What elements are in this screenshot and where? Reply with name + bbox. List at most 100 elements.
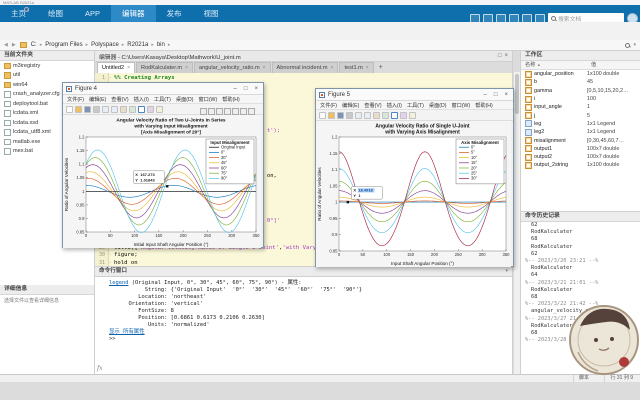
details-header[interactable]: 详细信息: [0, 285, 94, 295]
editor-document-bar[interactable]: 编辑器 - C:\Users\Kasaya\Desktop\Mathwork\U…: [95, 51, 512, 62]
figure-menu-7[interactable]: 帮助(H): [475, 102, 493, 109]
rotate-3d-icon[interactable]: [129, 106, 136, 113]
history-timestamp[interactable]: %-- 2023/3/28 19:38 --%: [521, 337, 640, 344]
workspace-variable-5[interactable]: j5: [521, 111, 640, 119]
editor-close-icon[interactable]: ×: [504, 51, 508, 61]
history-command[interactable]: RodKalculater: [521, 287, 640, 294]
history-command[interactable]: 68: [521, 236, 640, 243]
data-cursor-icon[interactable]: [138, 106, 145, 113]
history-command[interactable]: RodKalculater: [521, 323, 640, 330]
workspace-header[interactable]: 工作区: [521, 51, 640, 61]
breadcrumb[interactable]: C:▸Program Files▸Polyspace▸R2021a▸bin▸: [31, 42, 171, 48]
breakpoint-gutter-mark[interactable]: -: [110, 260, 112, 266]
toolstrip-tab-4[interactable]: 发布: [156, 5, 193, 22]
figure-menu-6[interactable]: 窗口(W): [451, 102, 470, 109]
file-list-item-1[interactable]: util: [0, 71, 94, 81]
workspace-variable-8[interactable]: misalignment[0,30,45,60,7…: [521, 136, 640, 144]
open-file-icon[interactable]: [75, 106, 82, 113]
workspace-variable-11[interactable]: output_2string1x100 double: [521, 161, 640, 169]
figure-menu-2[interactable]: 查看(V): [364, 102, 381, 109]
history-timestamp[interactable]: %-- 2023/3/20 23:21 --%: [521, 258, 640, 265]
history-command[interactable]: 68: [521, 294, 640, 301]
command-prompt[interactable]: >>: [109, 336, 116, 342]
figure-menu-0[interactable]: 文件(F): [67, 96, 84, 103]
brush-icon[interactable]: [400, 112, 407, 119]
zoom-in-icon[interactable]: [102, 106, 109, 113]
command-window[interactable]: legend (Original Input, 0°, 30°, 45°, 60…: [95, 277, 512, 375]
toolstrip-tab-2[interactable]: APP: [74, 5, 111, 22]
minimize-icon[interactable]: –: [482, 92, 489, 98]
figure-menu-1[interactable]: 编辑(E): [342, 102, 359, 109]
workspace-variable-7[interactable]: leg21x1 Legend: [521, 128, 640, 136]
history-command[interactable]: RodKalculater: [521, 265, 640, 272]
figure-menu-7[interactable]: 帮助(H): [222, 96, 240, 103]
history-command[interactable]: 68: [521, 330, 640, 337]
open-file-icon[interactable]: [328, 112, 335, 119]
history-command[interactable]: RodKalculater: [521, 244, 640, 251]
print-figure-icon[interactable]: [93, 106, 100, 113]
toolstrip-tab-1[interactable]: 绘图: [37, 5, 74, 22]
figure-menu-2[interactable]: 查看(V): [111, 96, 128, 103]
workspace-variable-2[interactable]: gamma[0,5,10,15,20,2…: [521, 87, 640, 95]
close-icon[interactable]: ×: [502, 92, 510, 98]
workspace-variable-1[interactable]: b45: [521, 78, 640, 86]
history-timestamp[interactable]: %-- 2023/3/27 21:55 --%: [521, 316, 640, 323]
print-figure-icon[interactable]: [346, 112, 353, 119]
new-tab-button[interactable]: +: [375, 63, 387, 73]
zoom-out-icon[interactable]: [111, 106, 118, 113]
tab-close-icon[interactable]: ×: [127, 63, 130, 73]
history-command[interactable]: 64: [521, 272, 640, 279]
new-figure-icon[interactable]: [319, 112, 326, 119]
editor-scrollbar[interactable]: [513, 72, 520, 374]
tab-close-icon[interactable]: ×: [263, 63, 266, 73]
figure-menu-0[interactable]: 文件(F): [320, 102, 337, 109]
addr-search-icon[interactable]: [625, 43, 630, 48]
editor-maximize-icon[interactable]: □: [498, 51, 502, 61]
addr-dropdown-icon[interactable]: ▾: [633, 42, 636, 48]
axes-hover-toolbar[interactable]: [200, 108, 255, 115]
breadcrumb-segment-1[interactable]: Program Files: [45, 42, 82, 48]
breadcrumb-segment-2[interactable]: Polyspace: [91, 42, 119, 48]
data-cursor-icon[interactable]: [391, 112, 398, 119]
figure5-plot[interactable]: Angular Velocity Ratio of Single U-Joint…: [316, 121, 511, 267]
history-command[interactable]: angular_velocity_ratio: [521, 308, 640, 315]
file-list-item-0[interactable]: m3iregistry: [0, 61, 94, 71]
maximize-icon[interactable]: □: [492, 92, 500, 98]
workspace-variable-6[interactable]: leg1x1 Legend: [521, 120, 640, 128]
figure4-titlebar[interactable]: Figure 4 – □ ×: [63, 83, 263, 95]
toolstrip-tab-5[interactable]: 视图: [193, 5, 230, 22]
command-window-header[interactable]: 命令行窗口 ▾: [95, 266, 512, 277]
rotate-3d-icon[interactable]: [382, 112, 389, 119]
history-timestamp[interactable]: %-- 2023/3/22 21:42 --%: [521, 301, 640, 308]
editor-tab-0[interactable]: Untitled2×: [97, 62, 135, 73]
workspace-variable-4[interactable]: input_angle1: [521, 103, 640, 111]
insert-legend-icon[interactable]: [156, 106, 163, 113]
history-command[interactable]: 62: [521, 251, 640, 258]
figure5-titlebar[interactable]: Figure 5 – □ ×: [316, 89, 513, 101]
figure-menu-4[interactable]: 工具(T): [407, 102, 424, 109]
workspace-variable-9[interactable]: output1100x7 double: [521, 145, 640, 153]
maximize-icon[interactable]: □: [242, 86, 250, 92]
tab-close-icon[interactable]: ×: [185, 63, 188, 73]
figure-menu-4[interactable]: 工具(T): [154, 96, 171, 103]
current-folder-header[interactable]: 当前文件夹: [0, 51, 94, 61]
save-figure-icon[interactable]: [337, 112, 344, 119]
history-command[interactable]: RodKalculater: [521, 229, 640, 236]
toolstrip-tab-3[interactable]: 编辑器: [111, 5, 156, 22]
workspace-variable-3[interactable]: i100: [521, 95, 640, 103]
tab-close-icon[interactable]: ×: [366, 63, 369, 73]
tab-close-icon[interactable]: ×: [331, 63, 334, 73]
brush-icon[interactable]: [147, 106, 154, 113]
back-icon[interactable]: ◀: [4, 42, 8, 48]
insert-legend-icon[interactable]: [409, 112, 416, 119]
figure-menu-3[interactable]: 插入(I): [134, 96, 149, 103]
pan-icon[interactable]: [373, 112, 380, 119]
zoom-in-icon[interactable]: [355, 112, 362, 119]
close-icon[interactable]: ×: [252, 86, 260, 92]
minimize-icon[interactable]: –: [232, 86, 239, 92]
toolstrip-tab-0[interactable]: 主页: [0, 5, 37, 22]
figure4-plot[interactable]: Angular Velocity Ratio of Two U-Joints i…: [63, 115, 261, 248]
figure-menu-5[interactable]: 桌面(D): [176, 96, 194, 103]
figure-window-4[interactable]: Figure 4 – □ × 文件(F)编辑(E)查看(V)插入(I)工具(T)…: [62, 82, 264, 248]
breadcrumb-segment-4[interactable]: bin: [157, 42, 165, 48]
